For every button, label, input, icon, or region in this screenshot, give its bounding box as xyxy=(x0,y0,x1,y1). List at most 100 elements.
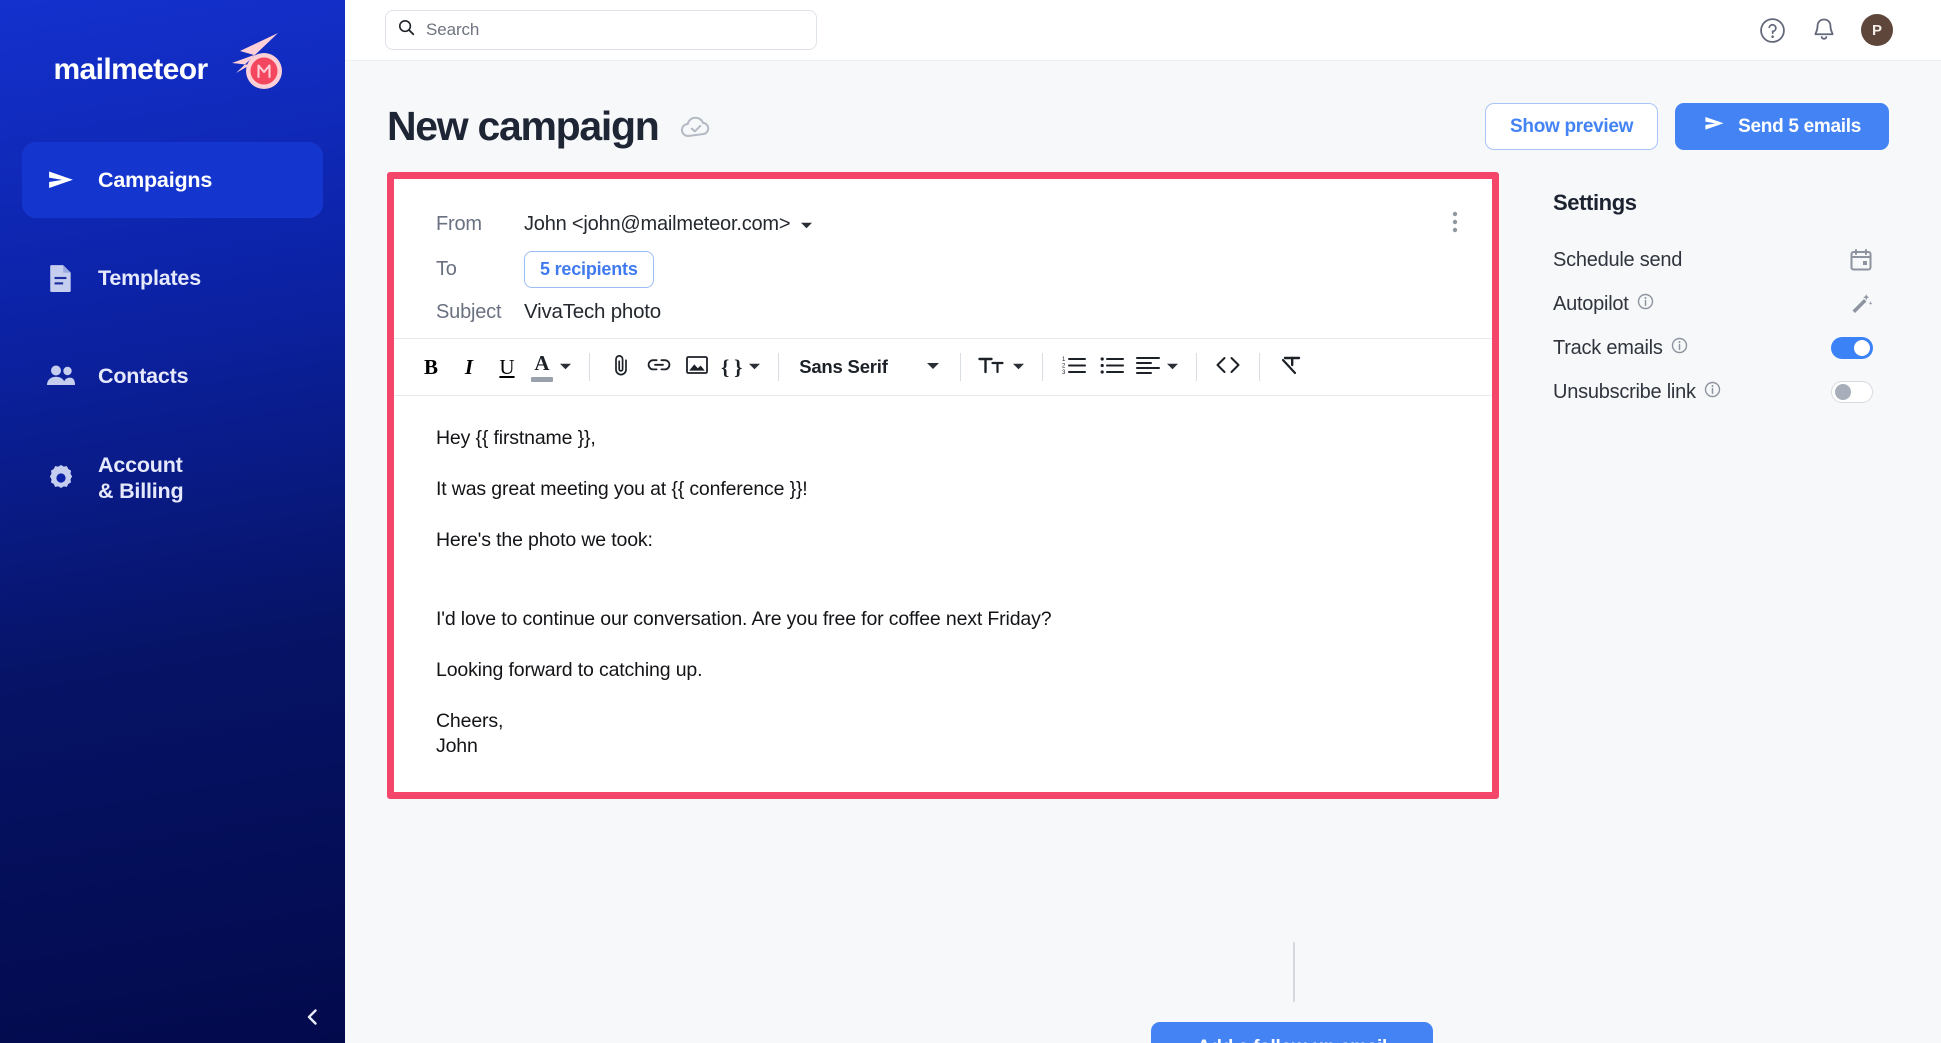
email-body-editor[interactable]: Hey {{ firstname }}, It was great meetin… xyxy=(394,396,1492,792)
svg-text:1: 1 xyxy=(1062,357,1066,363)
to-label: To xyxy=(436,258,457,280)
toolbar-divider xyxy=(1041,353,1043,381)
recipients-chip[interactable]: 5 recipients xyxy=(524,251,654,288)
page-header: New campaign Show preview Send 5 emails xyxy=(345,61,1941,150)
toolbar-divider xyxy=(778,353,780,381)
code-button[interactable] xyxy=(1209,347,1247,387)
align-button[interactable] xyxy=(1131,347,1184,387)
attach-file-button[interactable] xyxy=(602,347,640,387)
sidebar-item-account-billing[interactable]: Account & Billing xyxy=(22,436,323,520)
toggle-on[interactable] xyxy=(1831,337,1873,359)
body-line: Looking forward to catching up. xyxy=(436,658,703,681)
font-size-button[interactable] xyxy=(973,347,1030,387)
setting-track-emails[interactable]: Track emails xyxy=(1553,326,1873,370)
setting-label-text: Autopilot xyxy=(1553,292,1629,315)
search-input[interactable] xyxy=(426,20,804,40)
font-size-icon xyxy=(978,354,1006,381)
top-bar: P xyxy=(345,0,1941,61)
bell-icon[interactable] xyxy=(1809,15,1839,45)
underline-button[interactable]: U xyxy=(488,347,526,387)
insert-link-button[interactable] xyxy=(640,347,678,387)
body-line: Hey {{ firstname }}, xyxy=(436,427,596,449)
setting-autopilot[interactable]: Autopilot xyxy=(1553,282,1873,326)
info-icon[interactable] xyxy=(1704,381,1721,404)
brand-name: mailmeteor xyxy=(53,53,208,86)
magic-wand-icon[interactable] xyxy=(1829,292,1873,316)
main-area: P New campaign Show preview Send 5 email… xyxy=(345,0,1941,1043)
bullet-list-icon xyxy=(1100,355,1124,380)
numbered-list-button[interactable]: 1 2 3 xyxy=(1055,347,1093,387)
people-icon xyxy=(46,361,76,391)
setting-unsubscribe-link[interactable]: Unsubscribe link xyxy=(1553,370,1873,414)
sidebar-nav: Campaigns Templates Contacts Account & B… xyxy=(0,142,345,520)
sidebar-item-label: Campaigns xyxy=(98,167,213,192)
setting-schedule-send[interactable]: Schedule send xyxy=(1553,238,1873,282)
info-icon[interactable] xyxy=(1671,337,1688,360)
sidebar: mailmeteor Campaigns Templates Contacts … xyxy=(0,0,345,1043)
sidebar-item-contacts[interactable]: Contacts xyxy=(22,338,323,414)
unsubscribe-link-toggle[interactable] xyxy=(1829,381,1873,403)
subject-input[interactable]: VivaTech photo xyxy=(524,300,661,324)
more-vertical-icon[interactable] xyxy=(1442,207,1468,237)
from-selector[interactable]: John <john@mailmeteor.com> xyxy=(524,213,813,236)
composer-fields: From John <john@mailmeteor.com> To 5 rec… xyxy=(394,179,1492,338)
add-followup-button[interactable]: Add a follow-up email xyxy=(1151,1022,1433,1043)
toolbar-divider xyxy=(1195,353,1197,381)
help-circle-icon[interactable] xyxy=(1757,15,1787,45)
search-icon xyxy=(398,19,415,41)
setting-label: Unsubscribe link xyxy=(1553,381,1721,404)
merge-tag-button[interactable]: { } xyxy=(716,347,766,387)
header-actions: Show preview Send 5 emails xyxy=(1485,103,1889,150)
italic-button[interactable]: I xyxy=(450,347,488,387)
toggle-knob xyxy=(1854,340,1870,356)
send-emails-button[interactable]: Send 5 emails xyxy=(1675,103,1889,150)
toolbar-divider xyxy=(589,353,590,381)
inline-image-placeholder xyxy=(436,579,1450,607)
body-line: It was great meeting you at {{ conferenc… xyxy=(436,477,808,500)
chevron-down-icon xyxy=(926,358,940,376)
info-icon[interactable] xyxy=(1637,293,1654,316)
bullet-list-button[interactable] xyxy=(1093,347,1131,387)
show-preview-button[interactable]: Show preview xyxy=(1485,103,1659,150)
toolbar-divider xyxy=(959,353,961,381)
app-root: mailmeteor Campaigns Templates Contacts … xyxy=(0,0,1941,1043)
sidebar-item-templates[interactable]: Templates xyxy=(22,240,323,316)
search-box[interactable] xyxy=(385,10,817,50)
topbar-actions: P xyxy=(1757,14,1901,46)
setting-label: Track emails xyxy=(1553,337,1688,360)
insert-image-button[interactable] xyxy=(678,347,716,387)
body-line: John xyxy=(436,734,478,757)
editor-toolbar: B I U A {} Sans Serif 1 2 3 xyxy=(394,338,1492,396)
page-title: New campaign xyxy=(387,103,660,149)
align-left-icon xyxy=(1135,355,1160,380)
chevron-down-icon xyxy=(748,358,761,376)
from-value: John <john@mailmeteor.com> xyxy=(524,212,791,235)
link-icon xyxy=(646,356,672,379)
track-emails-toggle[interactable] xyxy=(1829,337,1873,359)
sidebar-item-campaigns[interactable]: Campaigns xyxy=(22,142,323,218)
chevron-down-icon xyxy=(1012,358,1025,376)
email-composer: From John <john@mailmeteor.com> To 5 rec… xyxy=(387,172,1499,799)
brand-logo[interactable]: mailmeteor xyxy=(0,0,345,140)
settings-panel: Settings Schedule send Autopilot Track e… xyxy=(1499,172,1941,799)
send-icon xyxy=(1703,112,1726,141)
to-row: To 5 recipients xyxy=(394,243,1492,292)
cloud-done-icon xyxy=(680,114,712,140)
numbered-list-icon: 1 2 3 xyxy=(1062,355,1086,380)
clear-formatting-button[interactable] xyxy=(1272,347,1310,387)
chevron-down-icon xyxy=(1166,358,1179,376)
document-icon xyxy=(46,263,76,293)
avatar[interactable]: P xyxy=(1861,14,1893,46)
image-icon xyxy=(685,354,709,381)
calendar-icon[interactable] xyxy=(1829,248,1873,272)
meteor-logo-icon xyxy=(206,29,284,96)
toggle-off[interactable] xyxy=(1831,381,1873,403)
sidebar-collapse-button[interactable] xyxy=(296,1002,330,1036)
text-color-button[interactable]: A xyxy=(526,347,577,387)
bold-button[interactable]: B xyxy=(412,347,450,387)
svg-text:2: 2 xyxy=(1062,363,1066,369)
font-family-select[interactable]: Sans Serif xyxy=(791,347,948,387)
toggle-knob xyxy=(1835,384,1851,400)
chevron-down-icon xyxy=(559,358,572,376)
paperclip-icon xyxy=(610,353,632,382)
